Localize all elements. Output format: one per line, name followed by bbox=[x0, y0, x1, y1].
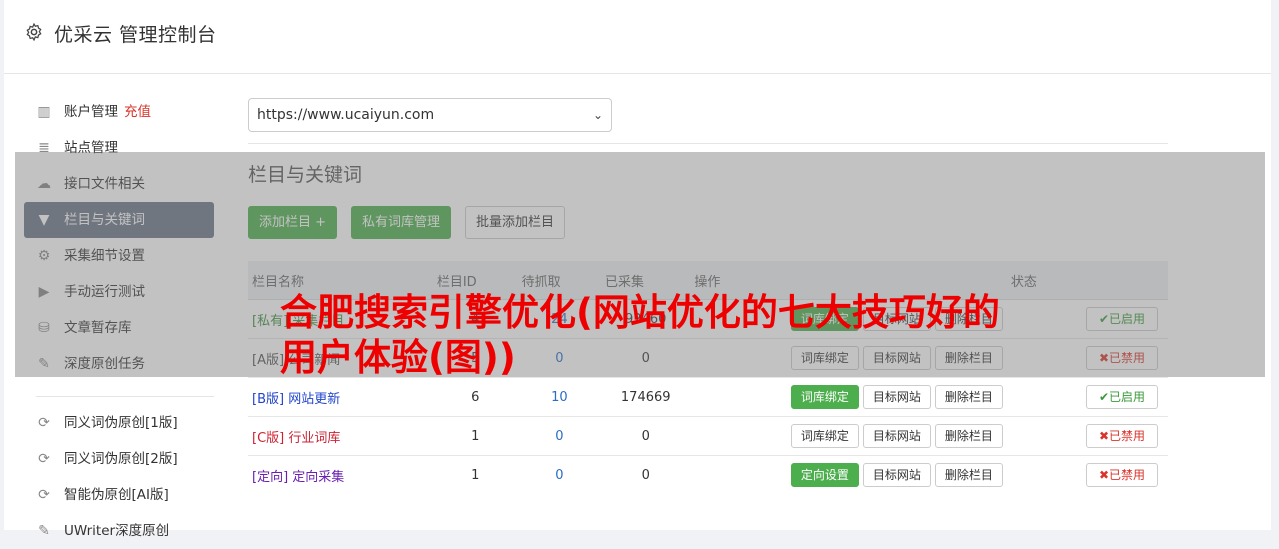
site-select[interactable]: https://www.ucaiyun.com ⌄ bbox=[248, 98, 612, 132]
status-cell: ✖已禁用 bbox=[1006, 455, 1168, 494]
collected-cell: 0 bbox=[601, 416, 691, 456]
column-tag: [定向] bbox=[252, 469, 289, 485]
sidebar-item[interactable]: ⟳ 智能伪原创[AI版] bbox=[24, 477, 214, 513]
sidebar-item-label: 智能伪原创[AI版] bbox=[64, 487, 169, 503]
sidebar-item-label: UWriter深度原创 bbox=[64, 523, 170, 539]
bar-chart-icon: ▥ bbox=[37, 104, 51, 120]
status-cell: ✔已启用 bbox=[1006, 377, 1168, 417]
divider bbox=[248, 143, 1168, 144]
sidebar-item-label: 同义词伪原创[1版] bbox=[64, 415, 178, 431]
status-toggle[interactable]: ✖已禁用 bbox=[1086, 424, 1158, 448]
delete-column-button[interactable]: 删除栏目 bbox=[934, 463, 1003, 487]
pending-cell: 0 bbox=[517, 416, 602, 456]
column-name-cell: [B版] 网站更新 bbox=[248, 377, 433, 417]
column-tag: [B版] bbox=[252, 391, 285, 407]
site-select-value: https://www.ucaiyun.com bbox=[257, 107, 435, 123]
bind-dict-button[interactable]: 定向设置 bbox=[790, 463, 859, 487]
gear-icon bbox=[26, 22, 42, 42]
chevron-down-icon: ⌄ bbox=[592, 108, 603, 122]
column-name-link[interactable]: 定向采集 bbox=[292, 470, 344, 485]
column-name-link[interactable]: 网站更新 bbox=[288, 392, 340, 407]
table-row: [B版] 网站更新 6 10 174669 词库绑定 目标网站 删除栏目 ✔已启用 bbox=[248, 377, 1168, 417]
ops-cell: 定向设置 目标网站 删除栏目 bbox=[690, 455, 1007, 494]
column-id-cell: 1 bbox=[432, 455, 518, 494]
column-name-cell: [C版] 行业词库 bbox=[248, 416, 433, 456]
recharge-link[interactable]: 充值 bbox=[124, 104, 151, 120]
sidebar-item[interactable]: ⟳ 同义词伪原创[2版] bbox=[24, 441, 214, 477]
ops-cell: 词库绑定 目标网站 删除栏目 bbox=[690, 416, 1007, 456]
column-tag: [C版] bbox=[252, 430, 285, 446]
sidebar-item[interactable]: ⟳ 同义词伪原创[1版] bbox=[24, 405, 214, 441]
column-id-cell: 1 bbox=[432, 416, 518, 456]
status-toggle[interactable]: ✔已启用 bbox=[1086, 385, 1158, 409]
column-name-cell: [定向] 定向采集 bbox=[248, 455, 433, 494]
pending-cell: 10 bbox=[517, 377, 602, 417]
delete-column-button[interactable]: 删除栏目 bbox=[934, 424, 1003, 448]
target-site-button[interactable]: 目标网站 bbox=[862, 385, 931, 409]
target-site-button[interactable]: 目标网站 bbox=[862, 424, 931, 448]
delete-column-button[interactable]: 删除栏目 bbox=[934, 385, 1003, 409]
column-name-link[interactable]: 行业词库 bbox=[288, 431, 340, 446]
column-id-cell: 6 bbox=[432, 377, 518, 417]
sidebar-item[interactable]: ✎ UWriter深度原创 bbox=[24, 513, 214, 549]
sidebar-divider bbox=[36, 396, 214, 397]
ops-cell: 词库绑定 目标网站 删除栏目 bbox=[690, 377, 1007, 417]
table-row: [定向] 定向采集 1 0 0 定向设置 目标网站 删除栏目 ✖已禁用 bbox=[248, 455, 1168, 494]
collected-cell: 0 bbox=[601, 455, 691, 494]
refresh-icon: ⟳ bbox=[38, 451, 50, 467]
status-cell: ✖已禁用 bbox=[1006, 416, 1168, 456]
status-toggle[interactable]: ✖已禁用 bbox=[1086, 463, 1158, 487]
bind-dict-button[interactable]: 词库绑定 bbox=[790, 424, 859, 448]
table-row: [C版] 行业词库 1 0 0 词库绑定 目标网站 删除栏目 ✖已禁用 bbox=[248, 416, 1168, 456]
edit-icon: ✎ bbox=[38, 523, 50, 539]
target-site-button[interactable]: 目标网站 bbox=[862, 463, 931, 487]
bind-dict-button[interactable]: 词库绑定 bbox=[790, 385, 859, 409]
app-header: 优采云 管理控制台 bbox=[4, 0, 1271, 74]
refresh-icon: ⟳ bbox=[38, 415, 50, 431]
sidebar-item-label: 账户管理 bbox=[64, 104, 118, 120]
sidebar-item-label: 同义词伪原创[2版] bbox=[64, 451, 178, 467]
sidebar-item[interactable]: ▥ 账户管理 充值 bbox=[24, 94, 214, 130]
app-title: 优采云 管理控制台 bbox=[54, 24, 217, 46]
collected-cell: 174669 bbox=[601, 377, 691, 417]
overlay-headline: 合肥搜索引擎优化(网站优化的七大技巧好的用户体验(图)) bbox=[280, 291, 1000, 379]
refresh-icon: ⟳ bbox=[38, 487, 50, 503]
pending-cell: 0 bbox=[517, 455, 602, 494]
